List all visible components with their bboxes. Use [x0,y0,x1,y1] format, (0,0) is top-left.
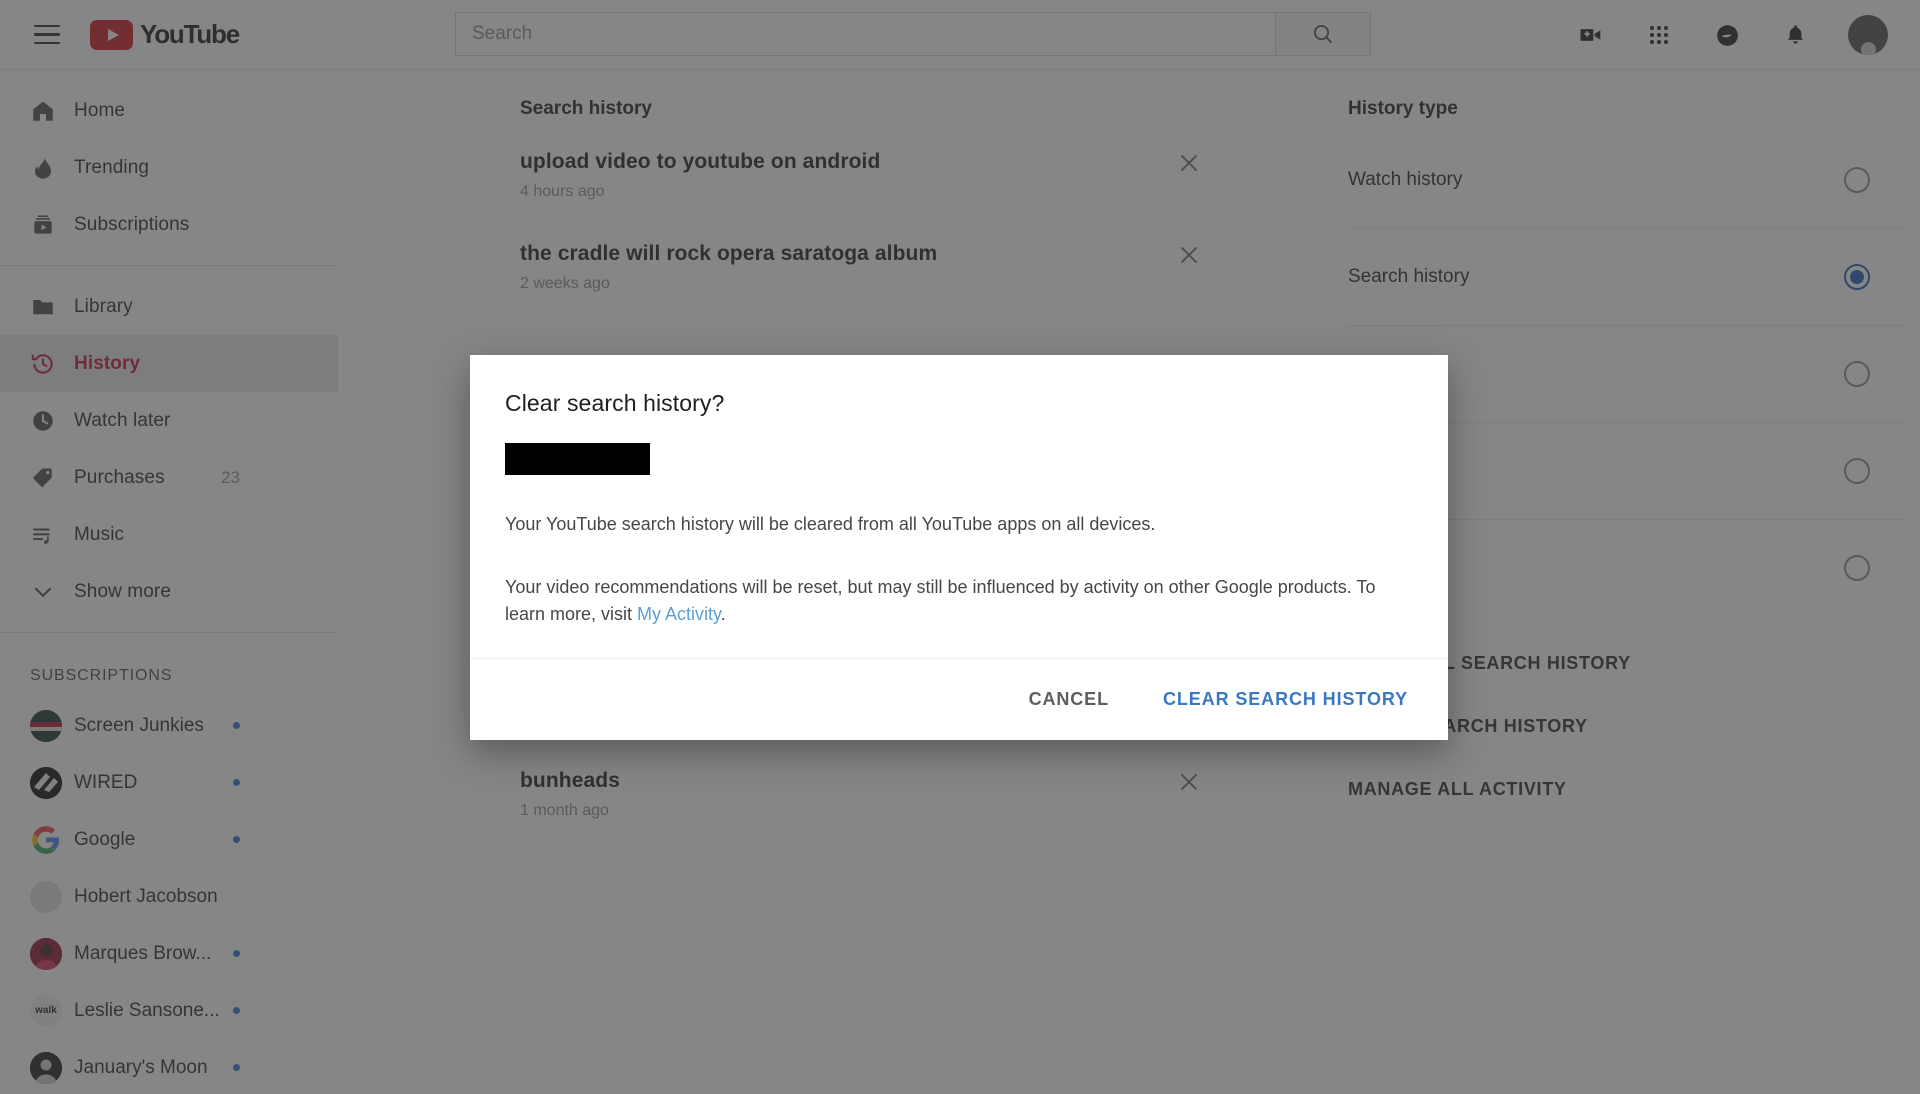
dialog-paragraph-2-period: . [720,604,726,624]
dialog-title: Clear search history? [505,390,725,416]
my-activity-link[interactable]: My Activity [637,604,721,624]
cancel-button[interactable]: CANCEL [1029,689,1109,710]
clear-search-history-button[interactable]: CLEAR SEARCH HISTORY [1163,689,1408,710]
dialog-paragraph-1: Your YouTube search history will be clea… [505,514,1156,534]
dialog-actions: CANCEL CLEAR SEARCH HISTORY [470,658,1448,740]
dialog-body: Clear search history? Your YouTube searc… [470,355,1448,658]
redacted-account-name [505,443,650,475]
dialog-paragraph-2: Your video recommendations will be reset… [505,574,1413,628]
dialog-paragraph-2-text: Your video recommendations will be reset… [505,577,1376,624]
youtube-history-page: YouTube [0,0,1920,1094]
clear-search-history-dialog: Clear search history? Your YouTube searc… [470,355,1448,740]
